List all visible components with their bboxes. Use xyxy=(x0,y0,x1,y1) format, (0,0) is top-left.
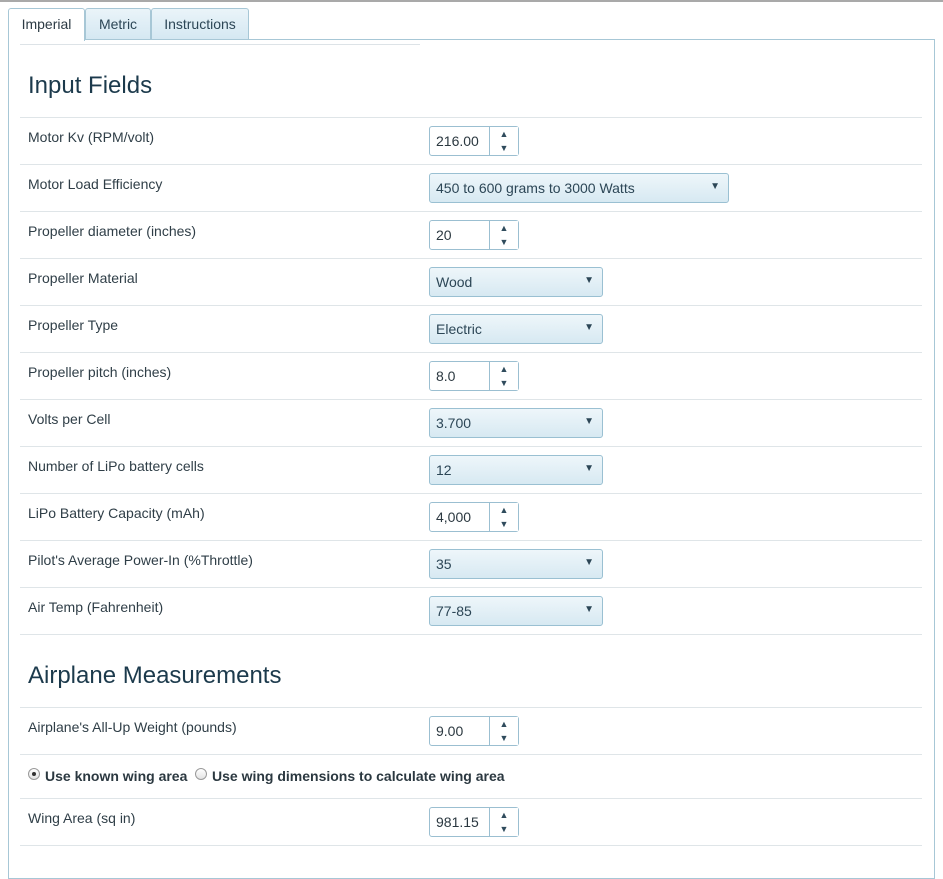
throttle-value: 35 xyxy=(436,556,452,572)
spin-up-icon[interactable]: ▲ xyxy=(490,221,518,235)
weight-input[interactable]: 9.00 ▲ ▼ xyxy=(429,716,519,746)
wing-area-label: Wing Area (sq in) xyxy=(28,810,136,826)
motor-kv-spin-buttons: ▲ ▼ xyxy=(489,127,518,155)
lipo-cells-select[interactable]: 12 ▼ xyxy=(429,455,603,485)
prop-pitch-spin-buttons: ▲ ▼ xyxy=(489,362,518,390)
wing-area-spin-buttons: ▲ ▼ xyxy=(489,808,518,836)
wing-area-value: 981.15 xyxy=(436,814,479,830)
weight-label: Airplane's All-Up Weight (pounds) xyxy=(28,719,237,735)
throttle-label: Pilot's Average Power-In (%Throttle) xyxy=(28,552,253,568)
spin-down-icon[interactable]: ▼ xyxy=(490,235,518,249)
volts-cell-select[interactable]: 3.700 ▼ xyxy=(429,408,603,438)
prop-diameter-label: Propeller diameter (inches) xyxy=(28,223,197,239)
spin-down-icon[interactable]: ▼ xyxy=(490,141,518,155)
volts-cell-label: Volts per Cell xyxy=(28,411,111,427)
air-temp-select[interactable]: 77-85 ▼ xyxy=(429,596,603,626)
throttle-select[interactable]: 35 ▼ xyxy=(429,549,603,579)
calc-wing-area-label[interactable]: Use wing dimensions to calculate wing ar… xyxy=(212,768,505,784)
prop-diameter-row: Propeller diameter (inches) 20 ▲ ▼ xyxy=(20,211,922,258)
airplane-measurements-heading: Airplane Measurements xyxy=(28,662,282,689)
spin-up-icon[interactable]: ▲ xyxy=(490,717,518,731)
dropdown-arrow-icon: ▼ xyxy=(584,604,594,615)
prop-pitch-label: Propeller pitch (inches) xyxy=(28,364,172,380)
tab-metric[interactable]: Metric xyxy=(85,8,151,39)
weight-row: Airplane's All-Up Weight (pounds) 9.00 ▲… xyxy=(20,707,922,754)
wing-mode-row: Use known wing area Use wing dimensions … xyxy=(20,754,922,799)
spin-up-icon[interactable]: ▲ xyxy=(490,808,518,822)
motor-load-select[interactable]: 450 to 600 grams to 3000 Watts ▼ xyxy=(429,173,729,203)
prop-diameter-input[interactable]: 20 ▲ ▼ xyxy=(429,220,519,250)
tab-imperial[interactable]: Imperial xyxy=(8,8,85,41)
prop-material-value: Wood xyxy=(436,274,473,290)
motor-load-value: 450 to 600 grams to 3000 Watts xyxy=(436,180,635,196)
bottom-divider xyxy=(20,845,922,846)
lipo-cells-label: Number of LiPo battery cells xyxy=(28,458,204,474)
throttle-row: Pilot's Average Power-In (%Throttle) 35 … xyxy=(20,540,922,587)
lipo-capacity-label: LiPo Battery Capacity (mAh) xyxy=(28,505,205,521)
spin-up-icon[interactable]: ▲ xyxy=(490,362,518,376)
prop-type-label: Propeller Type xyxy=(28,317,119,333)
lipo-capacity-row: LiPo Battery Capacity (mAh) 4,000 ▲ ▼ xyxy=(20,493,922,540)
dropdown-arrow-icon: ▼ xyxy=(584,416,594,427)
known-wing-area-label[interactable]: Use known wing area xyxy=(45,768,187,784)
prop-diameter-value: 20 xyxy=(436,227,452,243)
lipo-capacity-input[interactable]: 4,000 ▲ ▼ xyxy=(429,502,519,532)
dropdown-arrow-icon: ▼ xyxy=(584,275,594,286)
spin-up-icon[interactable]: ▲ xyxy=(490,127,518,141)
calc-wing-area-radio[interactable] xyxy=(195,768,207,780)
window-top-border xyxy=(0,0,943,2)
prop-pitch-row: Propeller pitch (inches) 8.0 ▲ ▼ xyxy=(20,352,922,399)
wing-area-input[interactable]: 981.15 ▲ ▼ xyxy=(429,807,519,837)
motor-load-label: Motor Load Efficiency xyxy=(28,176,163,192)
section-divider xyxy=(20,634,922,635)
input-fields-heading: Input Fields xyxy=(28,72,153,99)
prop-type-select[interactable]: Electric ▼ xyxy=(429,314,603,344)
motor-kv-input[interactable]: 216.00 ▲ ▼ xyxy=(429,126,519,156)
lipo-capacity-value: 4,000 xyxy=(436,509,472,525)
dropdown-arrow-icon: ▼ xyxy=(710,181,720,192)
prop-type-value: Electric xyxy=(436,321,482,337)
air-temp-row: Air Temp (Fahrenheit) 77-85 ▼ xyxy=(20,587,922,634)
lipo-capacity-spin-buttons: ▲ ▼ xyxy=(489,503,518,531)
prop-diameter-spin-buttons: ▲ ▼ xyxy=(489,221,518,249)
prop-material-select[interactable]: Wood ▼ xyxy=(429,267,603,297)
weight-value: 9.00 xyxy=(436,723,464,739)
air-temp-label: Air Temp (Fahrenheit) xyxy=(28,599,164,615)
known-wing-area-radio[interactable] xyxy=(28,768,40,780)
prop-material-label: Propeller Material xyxy=(28,270,138,286)
prop-pitch-value: 8.0 xyxy=(436,368,456,384)
spin-down-icon[interactable]: ▼ xyxy=(490,822,518,836)
spin-down-icon[interactable]: ▼ xyxy=(490,376,518,390)
spin-down-icon[interactable]: ▼ xyxy=(490,731,518,745)
dropdown-arrow-icon: ▼ xyxy=(584,463,594,474)
spin-down-icon[interactable]: ▼ xyxy=(490,517,518,531)
air-temp-value: 77-85 xyxy=(436,603,472,619)
prop-type-row: Propeller Type Electric ▼ xyxy=(20,305,922,352)
wing-area-row: Wing Area (sq in) 981.15 ▲ ▼ xyxy=(20,798,922,845)
motor-kv-value: 216.00 xyxy=(436,133,479,149)
prop-material-row: Propeller Material Wood ▼ xyxy=(20,258,922,305)
volts-cell-row: Volts per Cell 3.700 ▼ xyxy=(20,399,922,446)
motor-kv-label: Motor Kv (RPM/volt) xyxy=(28,129,155,145)
lipo-cells-value: 12 xyxy=(436,462,452,478)
spin-up-icon[interactable]: ▲ xyxy=(490,503,518,517)
motor-load-row: Motor Load Efficiency 450 to 600 grams t… xyxy=(20,164,922,211)
motor-kv-row: Motor Kv (RPM/volt) 216.00 ▲ ▼ xyxy=(20,117,922,164)
dropdown-arrow-icon: ▼ xyxy=(584,557,594,568)
lipo-cells-row: Number of LiPo battery cells 12 ▼ xyxy=(20,446,922,493)
panel-divider xyxy=(20,44,420,45)
prop-pitch-input[interactable]: 8.0 ▲ ▼ xyxy=(429,361,519,391)
weight-spin-buttons: ▲ ▼ xyxy=(489,717,518,745)
tab-instructions[interactable]: Instructions xyxy=(151,8,249,39)
dropdown-arrow-icon: ▼ xyxy=(584,322,594,333)
volts-cell-value: 3.700 xyxy=(436,415,472,431)
